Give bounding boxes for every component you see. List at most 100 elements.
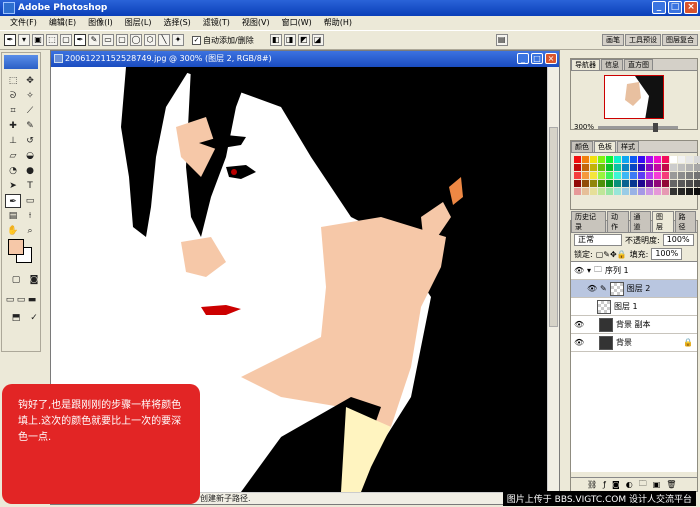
zoom-tool-icon[interactable]: ⌕ xyxy=(22,224,38,238)
adjustment-layer-icon[interactable]: ◐ xyxy=(626,480,633,489)
opacity-input[interactable]: 100% xyxy=(662,234,694,246)
tab-layers[interactable]: 图层 xyxy=(652,211,674,232)
color-swatch[interactable] xyxy=(662,188,669,195)
doc-close-button[interactable]: × xyxy=(545,53,557,64)
blend-mode-select[interactable]: 正常 xyxy=(574,234,622,246)
color-swatch[interactable] xyxy=(646,164,653,171)
path-subtract-icon[interactable]: ◨ xyxy=(283,34,296,46)
rounded-rectangle-icon[interactable]: ▢ xyxy=(116,34,128,46)
color-swatch[interactable] xyxy=(590,172,597,179)
color-swatch[interactable] xyxy=(686,156,693,163)
color-swatch[interactable] xyxy=(662,180,669,187)
color-swatch[interactable] xyxy=(638,156,645,163)
slice-tool-icon[interactable]: ⟋ xyxy=(22,104,38,118)
maximize-button[interactable]: □ xyxy=(668,1,682,14)
color-swatch[interactable] xyxy=(590,188,597,195)
menu-layer[interactable]: 图层(L) xyxy=(119,16,158,30)
tab-channels[interactable]: 通道 xyxy=(629,211,651,232)
color-swatch[interactable] xyxy=(662,156,669,163)
color-swatch[interactable] xyxy=(654,172,661,179)
color-swatch[interactable] xyxy=(598,172,605,179)
zoom-slider-thumb[interactable] xyxy=(653,122,659,132)
custom-shape-icon[interactable]: ✦ xyxy=(172,34,184,46)
eye-icon[interactable]: 👁 xyxy=(574,266,584,275)
move-tool-icon[interactable]: ✥ xyxy=(22,74,38,88)
layer-row-group[interactable]: 👁 ▾ 🗀 序列 1 xyxy=(571,262,697,280)
healing-brush-tool-icon[interactable]: ✚ xyxy=(5,119,21,133)
screen-mode-standard-icon[interactable]: ▭ xyxy=(5,293,15,307)
color-swatch[interactable] xyxy=(694,156,700,163)
fill-input[interactable]: 100% xyxy=(651,248,683,260)
color-swatch[interactable] xyxy=(574,180,581,187)
eye-icon[interactable]: 👁 xyxy=(574,320,584,329)
vertical-scroll-thumb[interactable] xyxy=(549,127,558,327)
foreground-color-swatch[interactable] xyxy=(8,239,24,255)
layer-row-selected[interactable]: 👁 ✎ 图层 2 xyxy=(571,280,697,298)
color-swatch[interactable] xyxy=(614,172,621,179)
tab-history[interactable]: 历史记录 xyxy=(571,211,606,232)
menu-file[interactable]: 文件(F) xyxy=(4,16,43,30)
clone-stamp-tool-icon[interactable]: ⊥ xyxy=(5,134,21,148)
eye-icon[interactable]: 👁 xyxy=(587,284,597,293)
layer-row[interactable]: 👁 背景 副本 xyxy=(571,316,697,334)
quick-mask-icon[interactable]: ◙ xyxy=(26,273,42,287)
layer-mask-icon[interactable]: ◙ xyxy=(612,480,620,489)
swatch-grid[interactable] xyxy=(571,153,700,198)
color-swatch[interactable] xyxy=(638,164,645,171)
color-swatch[interactable] xyxy=(686,164,693,171)
eyedropper-tool-icon[interactable]: ⟊ xyxy=(22,209,38,223)
menu-window[interactable]: 窗口(W) xyxy=(276,16,318,30)
color-swatch[interactable] xyxy=(574,172,581,179)
freeform-pen-icon[interactable]: ✎ xyxy=(88,34,100,46)
lasso-tool-icon[interactable]: ᘐ xyxy=(5,89,21,103)
color-swatch[interactable] xyxy=(630,180,637,187)
color-swatch[interactable] xyxy=(614,164,621,171)
color-swatch[interactable] xyxy=(662,164,669,171)
navigator-preview[interactable] xyxy=(604,75,664,119)
screen-mode-full-menu-icon[interactable]: ▭ xyxy=(16,293,26,307)
color-swatch[interactable] xyxy=(646,156,653,163)
color-swatch[interactable] xyxy=(678,180,685,187)
color-swatch[interactable] xyxy=(678,156,685,163)
path-exclude-icon[interactable]: ◪ xyxy=(311,34,324,46)
color-swatch[interactable] xyxy=(638,180,645,187)
color-swatch[interactable] xyxy=(622,188,629,195)
polygon-icon[interactable]: ⬡ xyxy=(144,34,156,46)
layer-row[interactable]: 👁 背景 🔒 xyxy=(571,334,697,352)
color-swatch[interactable] xyxy=(622,180,629,187)
menu-image[interactable]: 图像(I) xyxy=(82,16,119,30)
color-swatch[interactable] xyxy=(638,172,645,179)
dodge-tool-icon[interactable]: ● xyxy=(22,164,38,178)
magic-wand-tool-icon[interactable]: ✧ xyxy=(22,89,38,103)
doc-maximize-button[interactable]: □ xyxy=(531,53,543,64)
trash-icon[interactable]: 🗑 xyxy=(666,480,676,489)
color-swatch[interactable] xyxy=(686,172,693,179)
ellipse-icon[interactable]: ◯ xyxy=(130,34,142,46)
color-swatch[interactable] xyxy=(694,180,700,187)
pen-icon[interactable]: ✒ xyxy=(74,34,86,46)
color-swatch[interactable] xyxy=(646,172,653,179)
color-swatch[interactable] xyxy=(590,164,597,171)
type-tool-icon[interactable]: T xyxy=(22,179,38,193)
new-layer-icon[interactable]: ▣ xyxy=(653,480,661,489)
tab-layer-comps[interactable]: 图层复合 xyxy=(662,34,698,46)
fill-pixels-icon[interactable]: ▢ xyxy=(60,34,72,46)
color-swatch[interactable] xyxy=(670,172,677,179)
paths-icon[interactable]: ⬚ xyxy=(46,34,58,46)
vertical-scrollbar[interactable] xyxy=(547,67,559,492)
blur-tool-icon[interactable]: ◔ xyxy=(5,164,21,178)
color-swatch[interactable] xyxy=(606,188,613,195)
tab-paths[interactable]: 路径 xyxy=(674,211,696,232)
color-swatch[interactable] xyxy=(582,164,589,171)
color-swatch[interactable] xyxy=(606,180,613,187)
color-swatch[interactable] xyxy=(670,188,677,195)
color-swatch[interactable] xyxy=(606,156,613,163)
tab-tool-presets[interactable]: 工具预设 xyxy=(625,34,661,46)
color-swatch[interactable] xyxy=(670,156,677,163)
color-swatch[interactable] xyxy=(590,156,597,163)
tab-brushes[interactable]: 画笔 xyxy=(602,34,624,46)
color-swatch[interactable] xyxy=(630,156,637,163)
new-group-icon[interactable]: 🗀 xyxy=(639,478,647,492)
path-intersect-icon[interactable]: ◩ xyxy=(297,34,310,46)
tab-styles[interactable]: 样式 xyxy=(617,141,639,152)
